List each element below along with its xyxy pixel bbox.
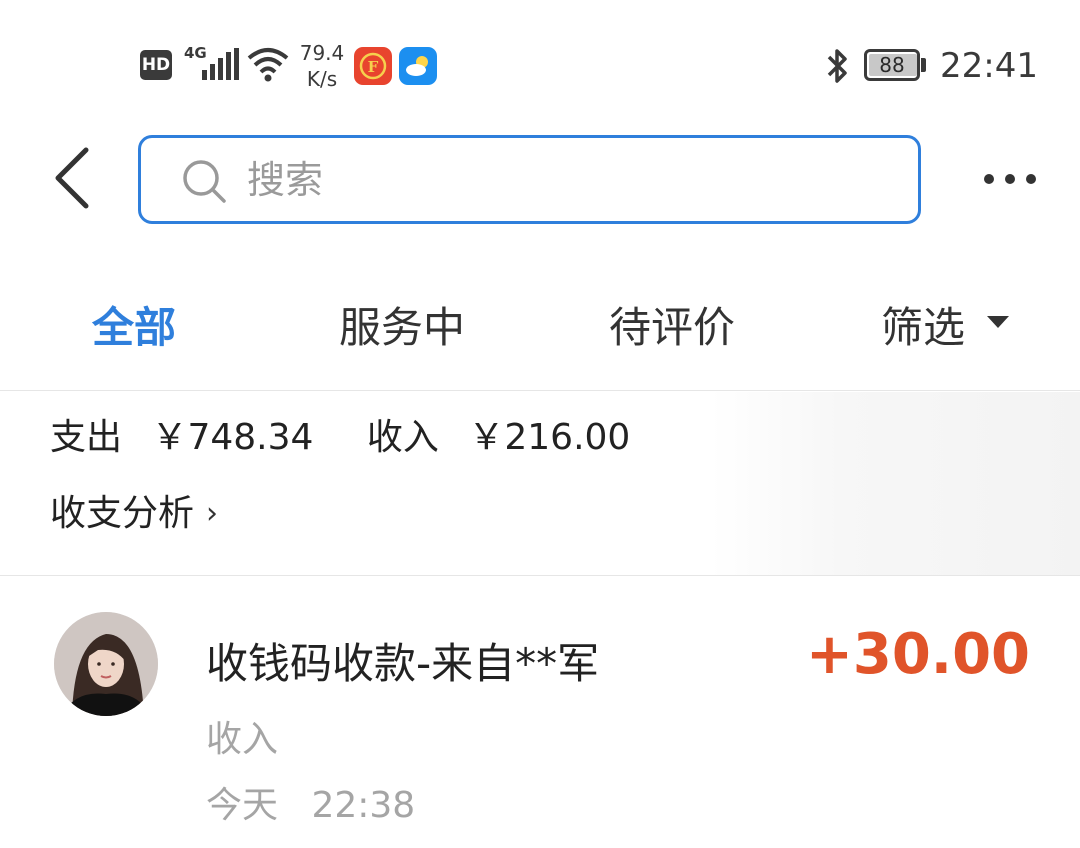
analysis-label: 收支分析 [50,493,195,534]
income-value: ￥216.00 [468,417,631,458]
bluetooth-icon [827,49,847,83]
expense-value: ￥748.34 [151,417,314,458]
status-time: 22:41 [940,46,1038,86]
more-button[interactable] [975,160,1045,200]
wifi-icon [247,48,289,82]
transaction-time: 今天 22:38 [206,776,415,828]
battery-level: 88 [879,53,905,77]
tab-bar: 全部 服务中 待评价 筛选 [0,270,1080,380]
search-icon [183,160,226,203]
transaction-date: 今天 [206,785,279,826]
expense-label: 支出 [50,417,123,458]
status-bar: HD 4G 79.4 K/s F 88 22:41 [0,0,1080,120]
transaction-type: 收入 [206,719,279,760]
hd-badge: HD [140,50,172,80]
tab-all[interactable]: 全部 [92,294,176,355]
chevron-right-icon: › [206,496,219,531]
caret-down-icon[interactable] [987,316,1009,328]
tab-in-service[interactable]: 服务中 [339,294,465,355]
transaction-title: 收钱码收款-来自**军 [206,639,600,688]
divider [0,390,1080,391]
signal-icon [202,48,239,80]
income-label: 收入 [366,417,439,458]
network-speed: 79.4 K/s [298,40,346,92]
svg-text:F: F [368,58,379,76]
battery-icon: 88 [864,49,920,81]
analysis-link[interactable]: 收支分析 › [50,484,218,536]
network-speed-value: 79.4 [299,41,345,65]
summary-decoration [710,392,1080,575]
tab-filter[interactable]: 筛选 [881,294,965,355]
chevron-left-icon [55,147,89,209]
search-input[interactable] [245,152,889,208]
summary-totals: 支出 ￥748.34 收入 ￥216.00 [50,408,630,460]
more-dot [1005,174,1015,184]
search-bar[interactable] [138,135,921,224]
weather-app-icon [399,47,437,85]
battery-tip [921,58,926,72]
more-dot [1026,174,1036,184]
transaction-clock: 22:38 [311,785,416,826]
more-dots-icon [984,174,994,184]
tab-pending-review[interactable]: 待评价 [609,294,735,355]
back-button[interactable] [42,140,112,220]
avatar [54,612,158,716]
network-speed-unit: K/s [306,67,338,91]
transaction-amount: +30.00 [805,622,1030,687]
app-notification-icon: F [354,47,392,85]
divider [0,575,1080,576]
